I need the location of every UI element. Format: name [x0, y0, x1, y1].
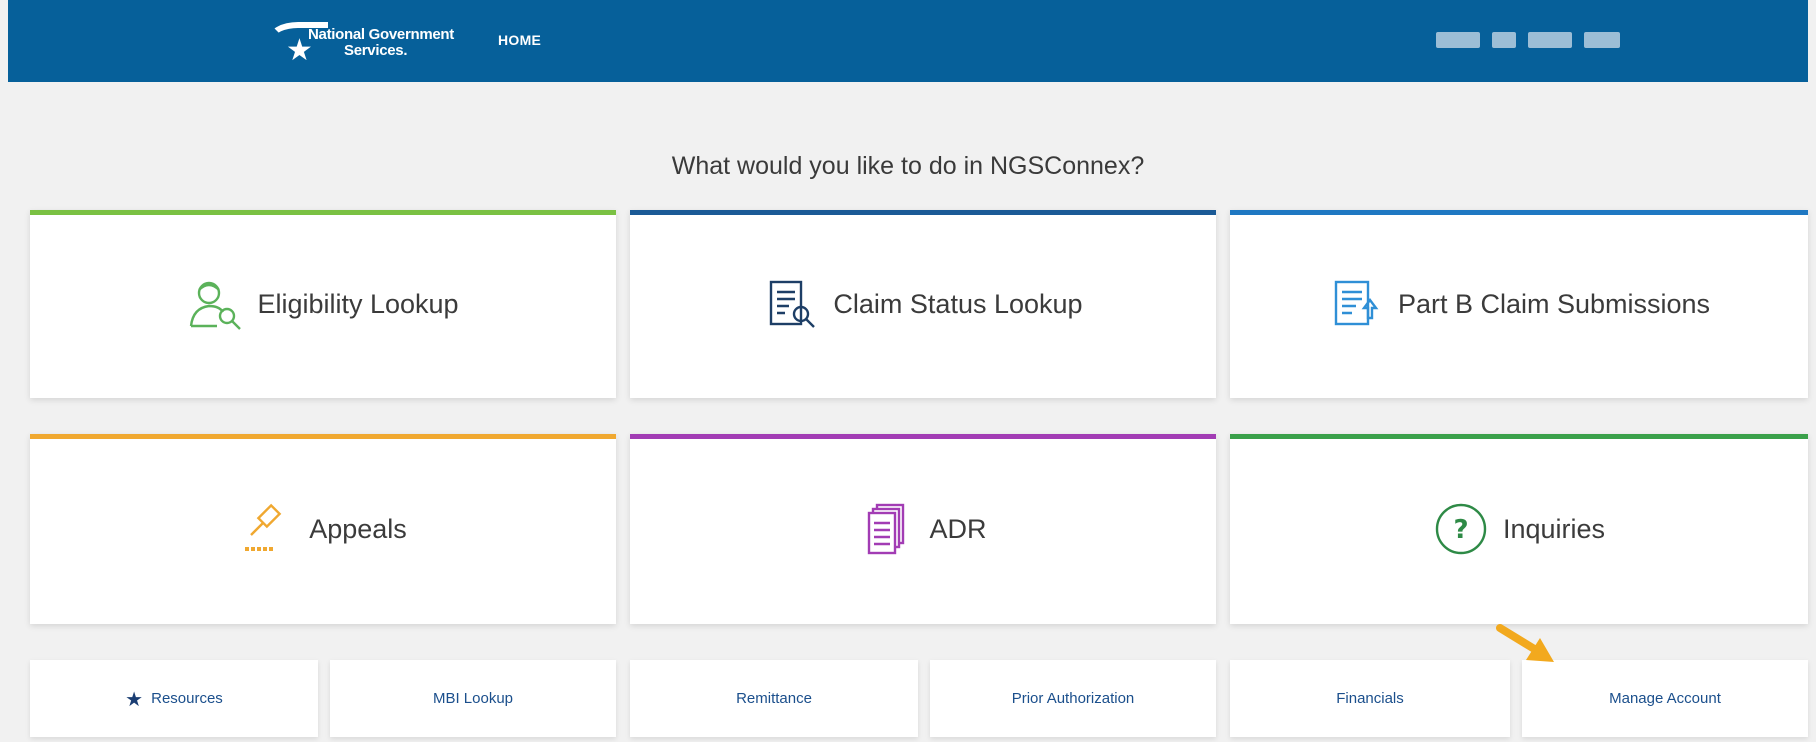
mbi-lookup-button[interactable]: MBI Lookup [330, 660, 616, 737]
tile-label: Part B Claim Submissions [1397, 288, 1711, 319]
page-prompt: What would you like to do in NGSConnex? [671, 152, 1145, 180]
pointer-arrow-icon [1496, 624, 1554, 662]
logo-text-line1: National Government [308, 26, 454, 43]
button-label: Prior Authorization [1011, 690, 1135, 707]
button-label: Manage Account [1609, 690, 1721, 707]
resources-button[interactable]: ★ Resources [30, 660, 318, 737]
document-search-icon [763, 276, 819, 332]
prior-authorization-button[interactable]: Prior Authorization [930, 660, 1216, 737]
button-label: Financials [1336, 690, 1404, 707]
button-label: Remittance [736, 690, 812, 707]
tile-accent-bar [30, 434, 616, 439]
page: ★ National Government Services. HOME Wha… [8, 0, 1808, 742]
button-label: Resources [151, 690, 223, 707]
button-label: MBI Lookup [432, 690, 514, 707]
document-upload-icon [1328, 276, 1384, 332]
tile-accent-bar [630, 434, 1216, 439]
tile-accent-bar [630, 210, 1216, 215]
tile-accent-bar [30, 210, 616, 215]
tile-label: Inquiries [1502, 513, 1606, 544]
redacted-block [1584, 32, 1620, 48]
financials-button[interactable]: Financials [1230, 660, 1510, 737]
tile-appeals[interactable]: Appeals [30, 434, 616, 624]
tile-accent-bar [1230, 210, 1808, 215]
tile-claim-status-lookup[interactable]: Claim Status Lookup [630, 210, 1216, 398]
tile-label: Claim Status Lookup [833, 288, 1083, 319]
tile-label: Appeals [309, 513, 407, 544]
person-search-icon [187, 276, 243, 332]
logo-text-line2: Services. [344, 42, 408, 59]
tile-label: ADR [929, 513, 987, 544]
nav-home-link[interactable]: HOME [498, 32, 541, 48]
redacted-block [1492, 32, 1516, 48]
tile-adr[interactable]: ADR [630, 434, 1216, 624]
user-name-redacted[interactable] [1436, 32, 1620, 48]
gavel-icon [239, 501, 295, 557]
tile-eligibility-lookup[interactable]: Eligibility Lookup [30, 210, 616, 398]
redacted-block [1436, 32, 1480, 48]
redacted-block [1528, 32, 1572, 48]
svg-text:?: ? [1453, 515, 1468, 545]
tile-part-b-claim-submissions[interactable]: Part B Claim Submissions [1230, 210, 1808, 398]
documents-stack-icon [859, 501, 915, 557]
tile-inquiries[interactable]: ? Inquiries [1230, 434, 1808, 624]
remittance-button[interactable]: Remittance [630, 660, 918, 737]
tile-accent-bar [1230, 434, 1808, 439]
ngs-logo[interactable]: ★ National Government Services. [268, 18, 458, 66]
star-icon: ★ [125, 686, 144, 711]
top-header: ★ National Government Services. HOME [8, 0, 1808, 82]
tile-label: Eligibility Lookup [257, 288, 459, 319]
manage-account-button[interactable]: Manage Account [1522, 660, 1808, 737]
question-circle-icon: ? [1433, 501, 1489, 557]
